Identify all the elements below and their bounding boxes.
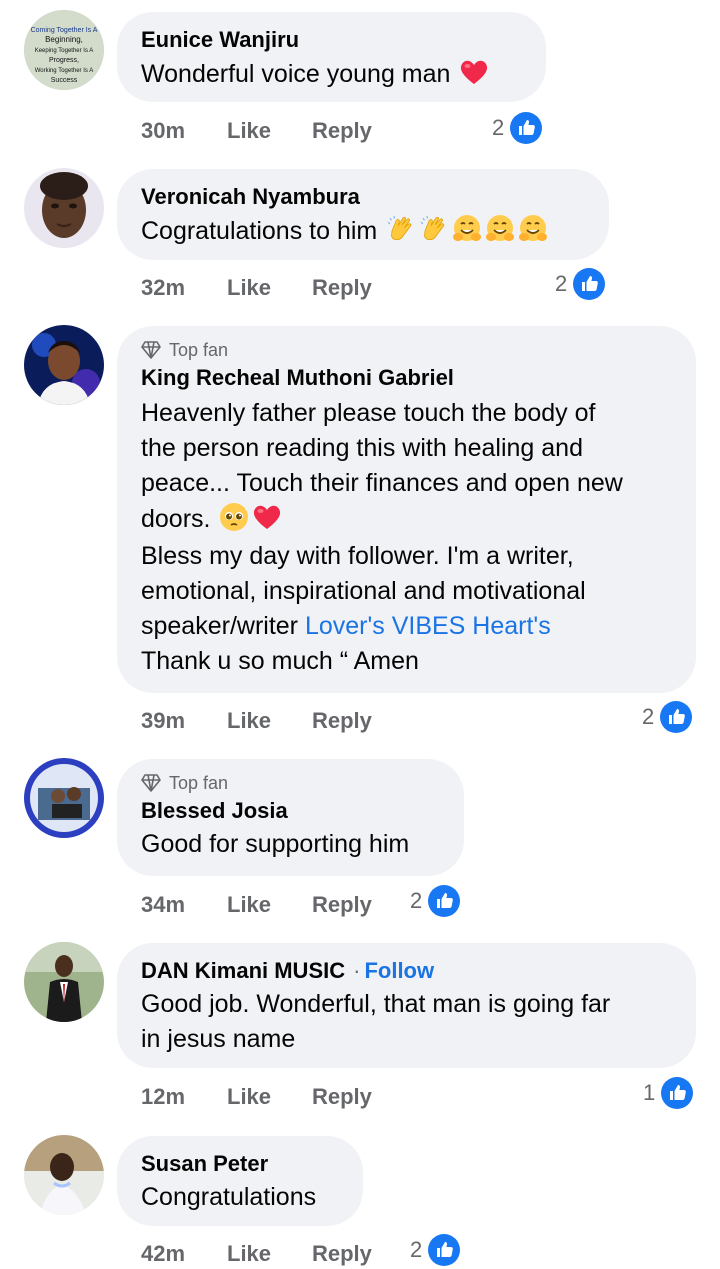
comment-text-line: Good job. Wonderful, that man is going f… (141, 990, 611, 1018)
diamond-icon (141, 341, 161, 359)
comment-bubble[interactable]: Top fan King Recheal Muthoni Gabriel Hea… (117, 326, 696, 693)
reaction-count[interactable]: 2 (410, 1234, 460, 1266)
hugging-face-icon (451, 213, 483, 245)
commenter-name[interactable]: King Recheal Muthoni Gabriel (141, 364, 454, 392)
comment-time: 32m (141, 275, 186, 300)
thumbs-up-icon (573, 268, 605, 300)
comment-time: 12m (141, 1084, 186, 1109)
comment-text-line: in jesus name (141, 1025, 296, 1053)
comment-bubble[interactable]: Susan Peter Congratulations (117, 1136, 363, 1226)
reaction-count[interactable]: 2 (492, 112, 542, 144)
reaction-count-value: 2 (555, 271, 568, 296)
reply-button[interactable]: Reply (312, 118, 372, 144)
profile-link[interactable]: Lover's VIBES Heart's (305, 612, 551, 640)
comment-bubble[interactable]: DAN Kimani MUSIC · Follow Good job. Wond… (117, 943, 696, 1068)
comment-bubble[interactable]: Eunice Wanjiru Wonderful voice young man (117, 12, 546, 102)
thumbs-up-icon (660, 701, 692, 733)
comment-text-line: doors. (141, 505, 211, 533)
commenter-name[interactable]: Eunice Wanjiru (141, 26, 299, 54)
comment-time: 30m (141, 118, 186, 143)
comment-text: Wonderful voice young man (141, 60, 451, 88)
comment-text-line: the person reading this with healing and (141, 434, 583, 462)
thumbs-up-icon (661, 1077, 693, 1109)
reaction-count-value: 2 (492, 115, 505, 140)
commenter-name[interactable]: Veronicah Nyambura (141, 183, 360, 211)
comment-text-line: emotional, inspirational and motivationa… (141, 577, 586, 605)
separator-dot: · (353, 958, 361, 983)
avatar[interactable] (24, 1135, 104, 1215)
commenter-name[interactable]: Blessed Josia (141, 797, 288, 825)
red-heart-icon (458, 56, 490, 88)
reaction-count-value: 2 (410, 1237, 423, 1262)
pleading-face-icon (218, 501, 250, 533)
reply-button[interactable]: Reply (312, 1084, 372, 1110)
thumbs-up-icon (428, 885, 460, 917)
comment-time: 39m (141, 708, 186, 733)
comment-bubble[interactable]: Top fan Blessed Josia Good for supportin… (117, 759, 464, 876)
avatar-text: Coming Together Is A (31, 27, 98, 34)
reply-button[interactable]: Reply (312, 1241, 372, 1267)
thumbs-up-icon (510, 112, 542, 144)
reaction-count[interactable]: 1 (643, 1077, 693, 1109)
comment-text-line: speaker/writer (141, 612, 305, 640)
red-heart-icon (251, 501, 283, 533)
avatar-text: Beginning, (45, 35, 83, 44)
avatar-text: Success (51, 77, 78, 84)
comment-time: 42m (141, 1241, 186, 1266)
comment-text: Good for supporting him (141, 830, 410, 858)
reply-button[interactable]: Reply (312, 892, 372, 918)
comment-text: Congratulations (141, 1183, 317, 1211)
reply-button[interactable]: Reply (312, 275, 372, 301)
thumbs-up-icon (428, 1234, 460, 1266)
comment-text-line: Thank u so much “ Amen (141, 647, 419, 675)
diamond-icon (141, 774, 161, 792)
follow-button[interactable]: Follow (364, 957, 434, 985)
hugging-face-icon (517, 213, 549, 245)
hugging-face-icon (484, 213, 516, 245)
top-fan-badge: Top fan (141, 771, 440, 795)
like-button[interactable]: Like (227, 708, 312, 734)
comment-text-line: Heavenly father please touch the body of (141, 399, 596, 427)
avatar[interactable] (24, 758, 104, 838)
comment-text-line: Bless my day with follower. I'm a writer… (141, 542, 574, 570)
avatar[interactable] (24, 168, 104, 248)
avatar-text: Progress, (49, 57, 79, 64)
clapping-hands-icon (385, 213, 417, 245)
avatar-text: Keeping Together Is A (35, 48, 94, 54)
avatar[interactable] (24, 325, 104, 405)
reaction-count-value: 2 (410, 888, 423, 913)
clapping-hands-icon (418, 213, 450, 245)
like-button[interactable]: Like (227, 118, 312, 144)
top-fan-badge: Top fan (141, 338, 672, 362)
comment-bubble[interactable]: Veronicah Nyambura Cogratulations to him (117, 169, 609, 260)
avatar-text: Working Together Is A (35, 68, 93, 74)
commenter-name[interactable]: Susan Peter (141, 1150, 268, 1178)
avatar[interactable]: Coming Together Is A Beginning, Keeping … (24, 10, 104, 90)
comment-text: Cogratulations to him (141, 217, 378, 245)
like-button[interactable]: Like (227, 892, 312, 918)
reaction-count-value: 1 (643, 1080, 656, 1105)
like-button[interactable]: Like (227, 1241, 312, 1267)
like-button[interactable]: Like (227, 1084, 312, 1110)
reaction-count[interactable]: 2 (555, 268, 605, 300)
avatar[interactable] (24, 942, 104, 1022)
reaction-count-value: 2 (642, 704, 655, 729)
top-fan-label: Top fan (169, 339, 229, 360)
top-fan-label: Top fan (169, 772, 229, 793)
commenter-name[interactable]: DAN Kimani MUSIC (141, 957, 345, 985)
comment-text-line: peace... Touch their finances and open n… (141, 469, 623, 497)
reaction-count[interactable]: 2 (410, 885, 460, 917)
reaction-count[interactable]: 2 (642, 701, 692, 733)
comment-time: 34m (141, 892, 186, 917)
like-button[interactable]: Like (227, 275, 312, 301)
reply-button[interactable]: Reply (312, 708, 372, 734)
